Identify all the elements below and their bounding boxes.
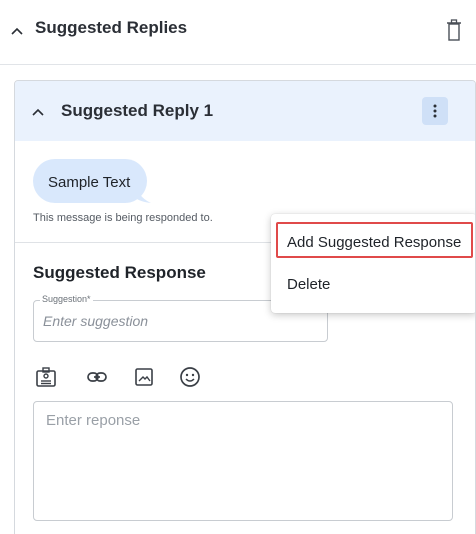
reply-menu-button[interactable] <box>422 97 448 125</box>
suggested-replies-header[interactable]: Suggested Replies <box>0 0 476 62</box>
menu-item-label: Delete <box>287 275 331 293</box>
section-divider <box>0 64 476 65</box>
chevron-up-icon[interactable] <box>31 105 45 119</box>
suggestion-input[interactable] <box>43 313 313 329</box>
highlight-box <box>276 222 473 258</box>
suggested-reply-header[interactable]: Suggested Reply 1 <box>15 81 475 141</box>
response-textarea[interactable] <box>46 412 440 508</box>
emoji-button[interactable] <box>179 366 201 388</box>
menu-item-delete[interactable]: Delete <box>271 264 475 304</box>
suggested-reply-title: Suggested Reply 1 <box>61 101 214 120</box>
response-editor <box>33 401 453 521</box>
chevron-up-icon[interactable] <box>10 24 24 38</box>
suggestion-label: Suggestion* <box>40 294 93 304</box>
emoji-icon <box>180 367 200 387</box>
message-caption: This message is being responded to. <box>33 212 213 224</box>
link-button[interactable] <box>86 366 108 388</box>
contact-card-button[interactable] <box>35 366 57 388</box>
contact-card-icon <box>36 367 56 387</box>
message-text: Sample Text <box>48 174 131 191</box>
reply-dropdown-menu: Add Suggested Response Delete <box>271 214 475 313</box>
suggested-response-title: Suggested Response <box>33 263 206 282</box>
bubble-tail <box>135 185 151 203</box>
link-icon <box>87 372 107 382</box>
suggested-reply-card: Suggested Reply 1 Sample Text This messa… <box>14 80 476 534</box>
image-icon <box>135 368 153 386</box>
section-title: Suggested Replies <box>35 18 188 37</box>
trash-icon[interactable] <box>446 19 462 41</box>
kebab-icon <box>433 104 437 118</box>
image-button[interactable] <box>133 366 155 388</box>
